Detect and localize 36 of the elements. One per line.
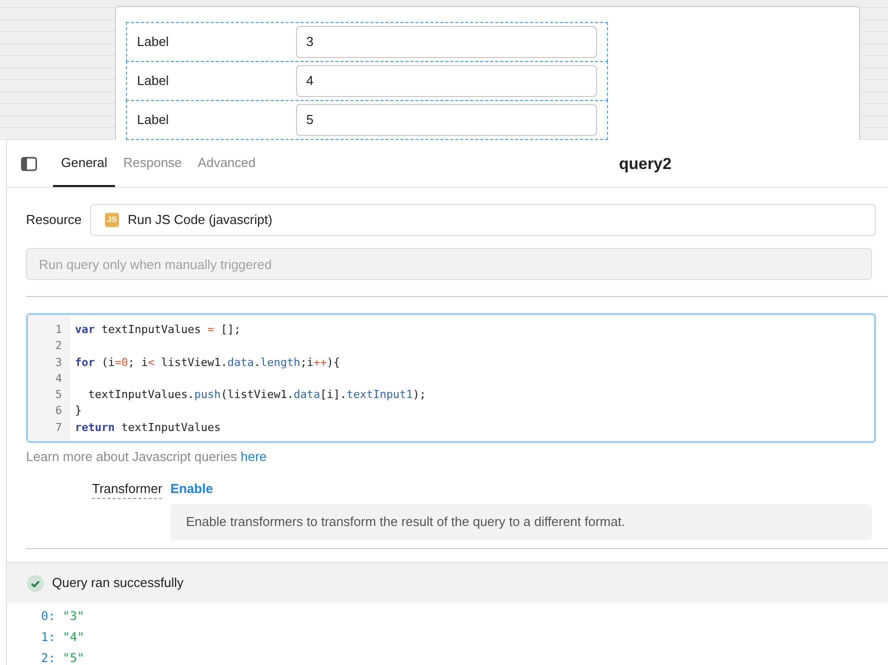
text-input[interactable]: 5 [296,104,597,136]
code-editor[interactable]: 1 2 3 4 5 6 7 var textInputValues = []; for (i=0; i< listView1.data.length;i++){ textInputValues.push(listView1.data[i].textInput1); } return textInputValues [26,313,876,443]
check-icon [27,574,44,592]
line-number: 1 [54,322,62,338]
code-line: var textInputValues = []; [75,322,242,338]
help-link[interactable]: here [240,449,267,464]
resource-select[interactable]: JS Run JS Code (javascript) [90,204,876,236]
code-line: } [75,403,83,420]
line-number: 2 [54,338,62,354]
line-number: 5 [54,387,62,404]
text-input[interactable]: 4 [296,65,597,97]
line-number: 3 [54,354,62,371]
help-text: Learn more about Javascript queries here [26,448,268,466]
tab[interactable]: General [53,140,116,187]
sidebar-toggle-icon[interactable] [21,156,37,170]
result-item: 2: "5" [41,650,86,665]
row-label: Label [137,33,170,52]
line-number: 6 [54,403,62,420]
result-item: 1: "4" [41,629,86,646]
js-badge-icon: JS [105,213,119,227]
field-label: Resource [26,211,83,230]
code-line: for (i=0; i< listView1.data.length;i++){ [75,354,341,371]
row-label: Label [137,111,170,130]
query-title: query2 [619,155,672,175]
status-text: Query ran successfully [52,574,184,592]
row-label: Label [137,72,170,90]
trigger-input[interactable]: Run query only when manually triggered [26,248,872,280]
text-input[interactable]: 3 [296,26,597,58]
transformer-label: Transformer [92,478,162,499]
enable-link[interactable]: Enable [170,479,213,498]
line-number: 7 [54,420,62,436]
transformer-help: Enable transformers to transform the result of the query to a different format. [170,504,872,540]
code-line: return textInputValues [75,420,222,436]
code-line: textInputValues.push(listView1.data[i].textInput1); [87,387,426,404]
line-number: 4 [54,370,62,387]
result-item: 0: "3" [41,608,86,625]
